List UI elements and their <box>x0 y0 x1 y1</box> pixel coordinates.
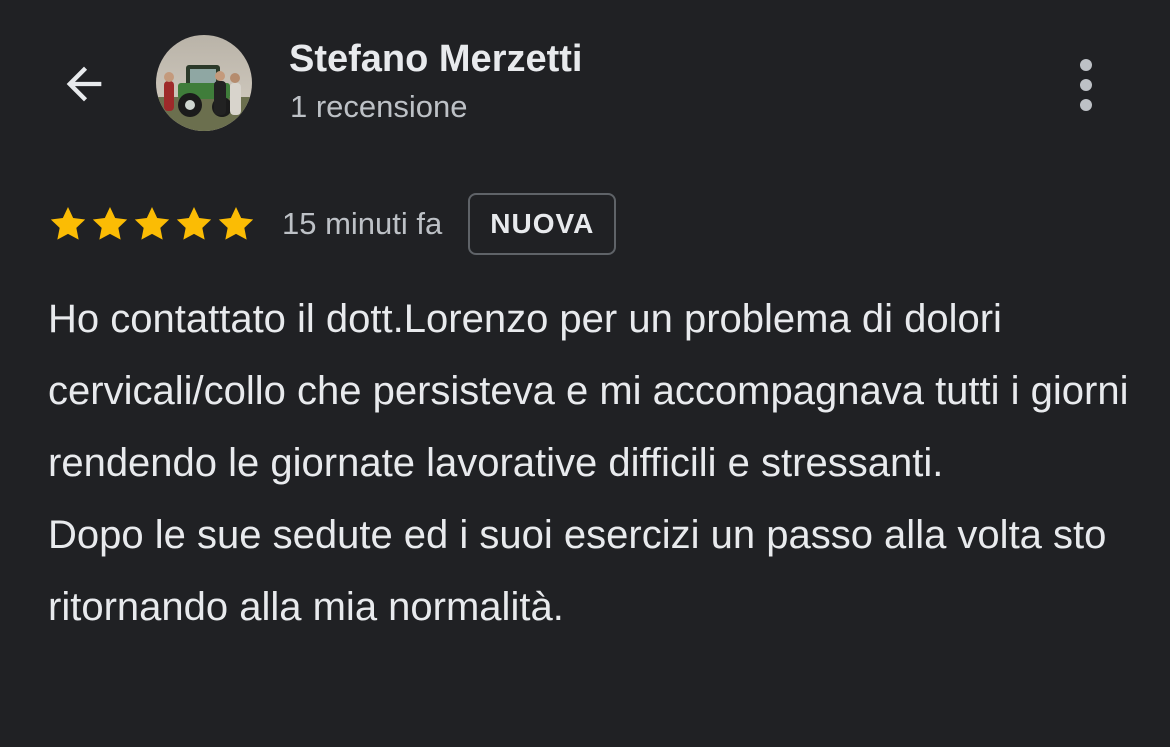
star-icon <box>92 207 128 240</box>
reviewer-name[interactable]: Stefano Merzetti <box>289 38 582 81</box>
arrow-back-icon <box>66 66 102 102</box>
star-icon <box>218 207 254 240</box>
review-paragraph: Ho contattato il dott.Lorenzo per un pro… <box>48 297 1129 485</box>
back-button[interactable] <box>52 52 116 116</box>
review-text: Ho contattato il dott.Lorenzo per un pro… <box>48 283 1138 643</box>
star-icon <box>134 207 170 240</box>
new-badge: NUOVA <box>468 193 617 255</box>
review-meta: 15 minuti fa NUOVA <box>48 192 617 256</box>
more-options-button[interactable] <box>1062 52 1110 116</box>
more-vertical-icon <box>1080 59 1092 111</box>
star-icon <box>176 207 212 240</box>
review-count: 1 recensione <box>290 89 468 124</box>
star-icon <box>50 207 86 240</box>
review-paragraph: Dopo le sue sedute ed i suoi esercizi un… <box>48 513 1107 629</box>
avatar[interactable] <box>156 35 252 131</box>
profile-photo <box>156 35 252 131</box>
reviewer-header: Stefano Merzetti 1 recensione <box>0 0 1170 170</box>
review-time: 15 minuti fa <box>282 206 443 241</box>
star-rating <box>48 204 256 244</box>
